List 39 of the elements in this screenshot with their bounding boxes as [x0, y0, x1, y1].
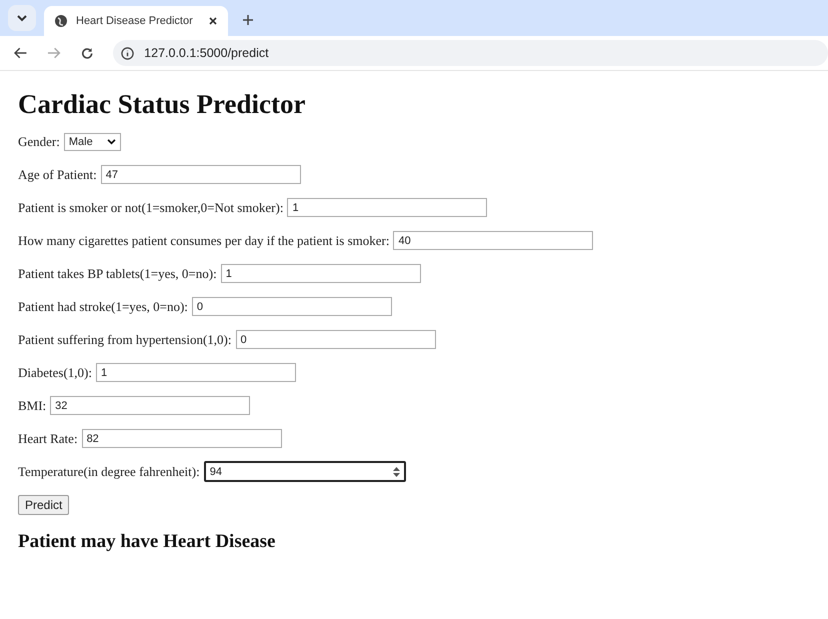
field-label: Patient takes BP tablets(1=yes, 0=no): — [18, 266, 217, 282]
back-arrow-icon[interactable] — [14, 47, 28, 59]
new-tab-icon[interactable] — [242, 14, 254, 26]
field-label: Gender: — [18, 134, 60, 150]
browser-tab[interactable]: Heart Disease Predictor — [44, 6, 228, 36]
input-field[interactable]: 40 — [393, 231, 594, 250]
spinner-icon[interactable] — [392, 466, 400, 476]
input-field[interactable]: 82 — [82, 429, 282, 448]
url-text: 127.0.0.1:5000/predict — [144, 46, 269, 60]
predict-button[interactable]: Predict — [18, 495, 70, 515]
chevron-down-icon — [17, 14, 27, 22]
field-label: How many cigarettes patient consumes per day if the patient is smoker: — [18, 232, 390, 248]
input-field[interactable]: 1 — [220, 264, 421, 283]
field-label: Heart Rate: — [18, 430, 78, 446]
field-label: Age of Patient: — [18, 166, 97, 182]
input-field[interactable]: 1 — [96, 363, 296, 382]
result-heading: Patient may have Heart Disease — [18, 531, 276, 553]
close-icon[interactable] — [208, 16, 218, 26]
input-field[interactable]: 47 — [100, 165, 301, 184]
chevron-down-icon — [106, 138, 116, 144]
input-field[interactable]: 0 — [236, 330, 436, 349]
input-field[interactable]: 1 — [287, 198, 488, 217]
tab-list-button[interactable] — [8, 5, 36, 31]
globe-icon — [54, 14, 68, 28]
gender-dropdown[interactable]: Male — [64, 132, 121, 150]
tab-title: Heart Disease Predictor — [76, 15, 194, 27]
field-label: Diabetes(1,0): — [18, 364, 92, 380]
page-title: Cardiac Status Predictor — [18, 89, 306, 120]
field-label: Patient had stroke(1=yes, 0=no): — [18, 298, 188, 314]
field-label: BMI: — [18, 398, 46, 414]
field-label: Patient is smoker or not(1=smoker,0=Not smoker): — [18, 200, 284, 216]
reload-icon[interactable] — [80, 46, 94, 60]
number-field[interactable]: 94 — [204, 461, 406, 482]
info-icon — [121, 46, 134, 60]
input-field[interactable]: 0 — [192, 297, 392, 316]
input-field[interactable]: 32 — [50, 396, 250, 415]
field-label: Temperature(in degree fahrenheit): — [18, 464, 200, 480]
field-label: Patient suffering from hypertension(1,0): — [18, 332, 232, 348]
address-bar[interactable]: 127.0.0.1:5000/predict — [113, 40, 828, 66]
